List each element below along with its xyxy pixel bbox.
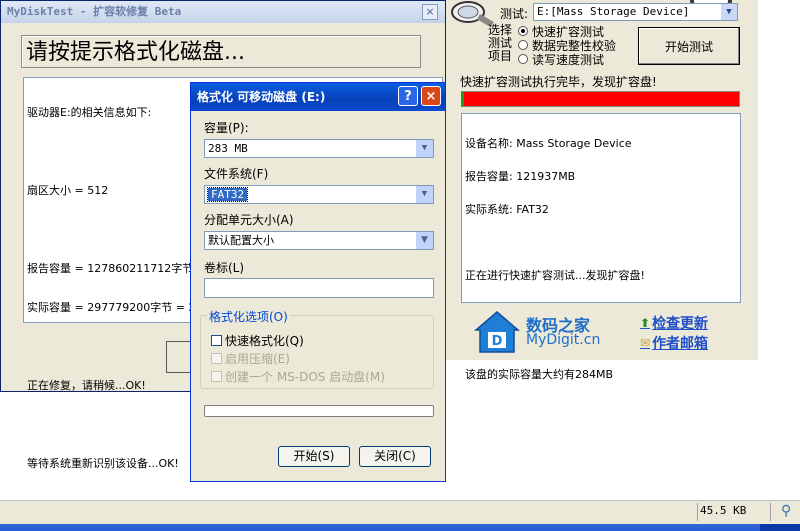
drive-select[interactable]: E:[Mass Storage Device] ▼ [533,3,738,21]
test-status-text: 快速扩容测试执行完毕，发现扩容盘! [460,75,657,89]
chevron-down-icon[interactable]: ▼ [415,140,433,157]
alloc-unit-value: 默认配置大小 [208,234,274,247]
radio-icon[interactable] [518,54,528,64]
side-label-line: 项目 [488,49,513,63]
checkbox-disabled-icon [211,371,222,382]
option-label: 读写速度测试 [532,52,605,67]
result-line [465,237,737,248]
quick-format-option[interactable]: 快速格式化(Q) [211,332,304,349]
check-update-link[interactable]: ⬆ 检查更新 [640,313,708,333]
quick-format-label: 快速格式化(Q) [225,334,304,348]
result-line: 该盘的实际容量大约有284MB [465,368,614,381]
network-icon[interactable]: ⚲ [781,503,791,519]
filesystem-value: FAT32 [206,187,249,202]
mydigit-logo-icon[interactable]: D [474,310,520,354]
format-close-button[interactable]: 关闭(C) [359,446,431,467]
start-test-button[interactable]: 开始测试 [638,27,740,65]
capacity-select[interactable]: 283 MB ▼ [204,139,434,158]
status-size-text: 45.5 KB [700,504,747,517]
status-divider [770,503,771,521]
volume-label-label: 卷标(L) [204,261,245,275]
svg-text:D: D [492,334,503,349]
format-prompt: 请按提示格式化磁盘... [21,35,421,68]
format-options-legend: 格式化选项(O) [207,308,290,325]
result-line: 实际系统: FAT32 [465,203,549,216]
capacity-label: 容量(P): [204,121,249,135]
checkbox-disabled-icon [211,353,222,364]
update-icon: ⬆ [640,316,651,330]
alloc-unit-select[interactable]: 默认配置大小 ▼ [204,231,434,250]
enable-compress-option: 启用压缩(E) [211,350,290,367]
mydisktest-close-button[interactable]: × [422,4,438,20]
format-start-button[interactable]: 开始(S) [278,446,350,467]
radio-icon[interactable] [518,40,528,50]
desktop-background [756,0,800,500]
status-bar [0,500,800,525]
format-dialog: 格式化 可移动磁盘 (E:) ? × 容量(P): 283 MB ▼ 文件系统(… [190,82,446,482]
test-progress-bar [461,91,740,107]
filesystem-select[interactable]: FAT32 ▼ [204,185,434,204]
filesystem-label: 文件系统(F) [204,167,269,181]
system-tray [760,524,800,531]
mail-icon: ✉ [640,336,651,350]
check-update-label[interactable]: 检查更新 [652,313,708,333]
mydisktest-title: MyDiskTest - 扩容软修复 Beta [1,1,445,23]
brand-name-en[interactable]: MyDigit.cn [526,332,600,348]
author-email-link[interactable]: ✉ 作者邮箱 [640,333,708,353]
chevron-down-icon[interactable]: ▼ [415,186,433,203]
result-line: 正在进行快速扩容测试...发现扩容盘! [465,269,645,282]
result-line: 报告容量: 121937MB [465,170,576,183]
format-options-group: 格式化选项(O) 快速格式化(Q) 启用压缩(E) 创建一个 MS-DOS 启动… [200,308,434,389]
capacity-value: 283 MB [208,142,248,155]
checkbox-icon[interactable] [211,335,222,346]
msdos-boot-option: 创建一个 MS-DOS 启动盘(M) [211,368,385,385]
enable-compress-label: 启用压缩(E) [225,352,290,366]
drive-select-value: E:[Mass Storage Device] [537,5,690,18]
taskbar [0,524,800,531]
chevron-down-icon[interactable]: ▼ [721,4,737,20]
volume-label-input[interactable] [204,278,434,298]
option-speed-test[interactable]: 读写速度测试 [518,52,605,67]
status-divider [697,503,698,521]
test-result-log: 设备名称: Mass Storage Device 报告容量: 121937MB… [461,113,741,380]
alloc-unit-label: 分配单元大小(A) [204,213,294,227]
result-line: 设备名称: Mass Storage Device [465,137,632,150]
msdos-boot-label: 创建一个 MS-DOS 启动盘(M) [225,370,385,384]
format-dialog-close-button[interactable]: × [421,86,441,106]
chevron-down-icon[interactable]: ▼ [415,232,433,249]
help-button[interactable]: ? [398,86,418,106]
author-email-label[interactable]: 作者邮箱 [652,333,708,353]
radio-selected-icon[interactable] [518,26,528,36]
format-progress-bar [204,405,434,417]
test-label: 测试: [500,7,529,21]
test-items-label: 选择 测试 项目 [488,24,516,63]
